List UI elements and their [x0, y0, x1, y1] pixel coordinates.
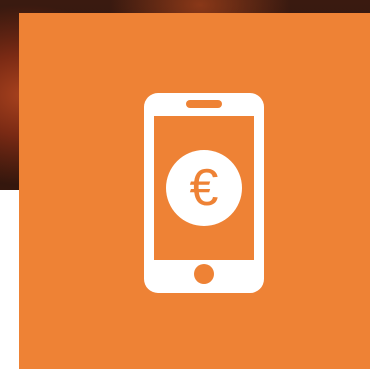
mobile-phone-euro-icon: € — [144, 93, 264, 293]
feature-tile: € — [19, 13, 370, 369]
page: € — [0, 0, 370, 369]
euro-symbol: € — [190, 159, 219, 217]
